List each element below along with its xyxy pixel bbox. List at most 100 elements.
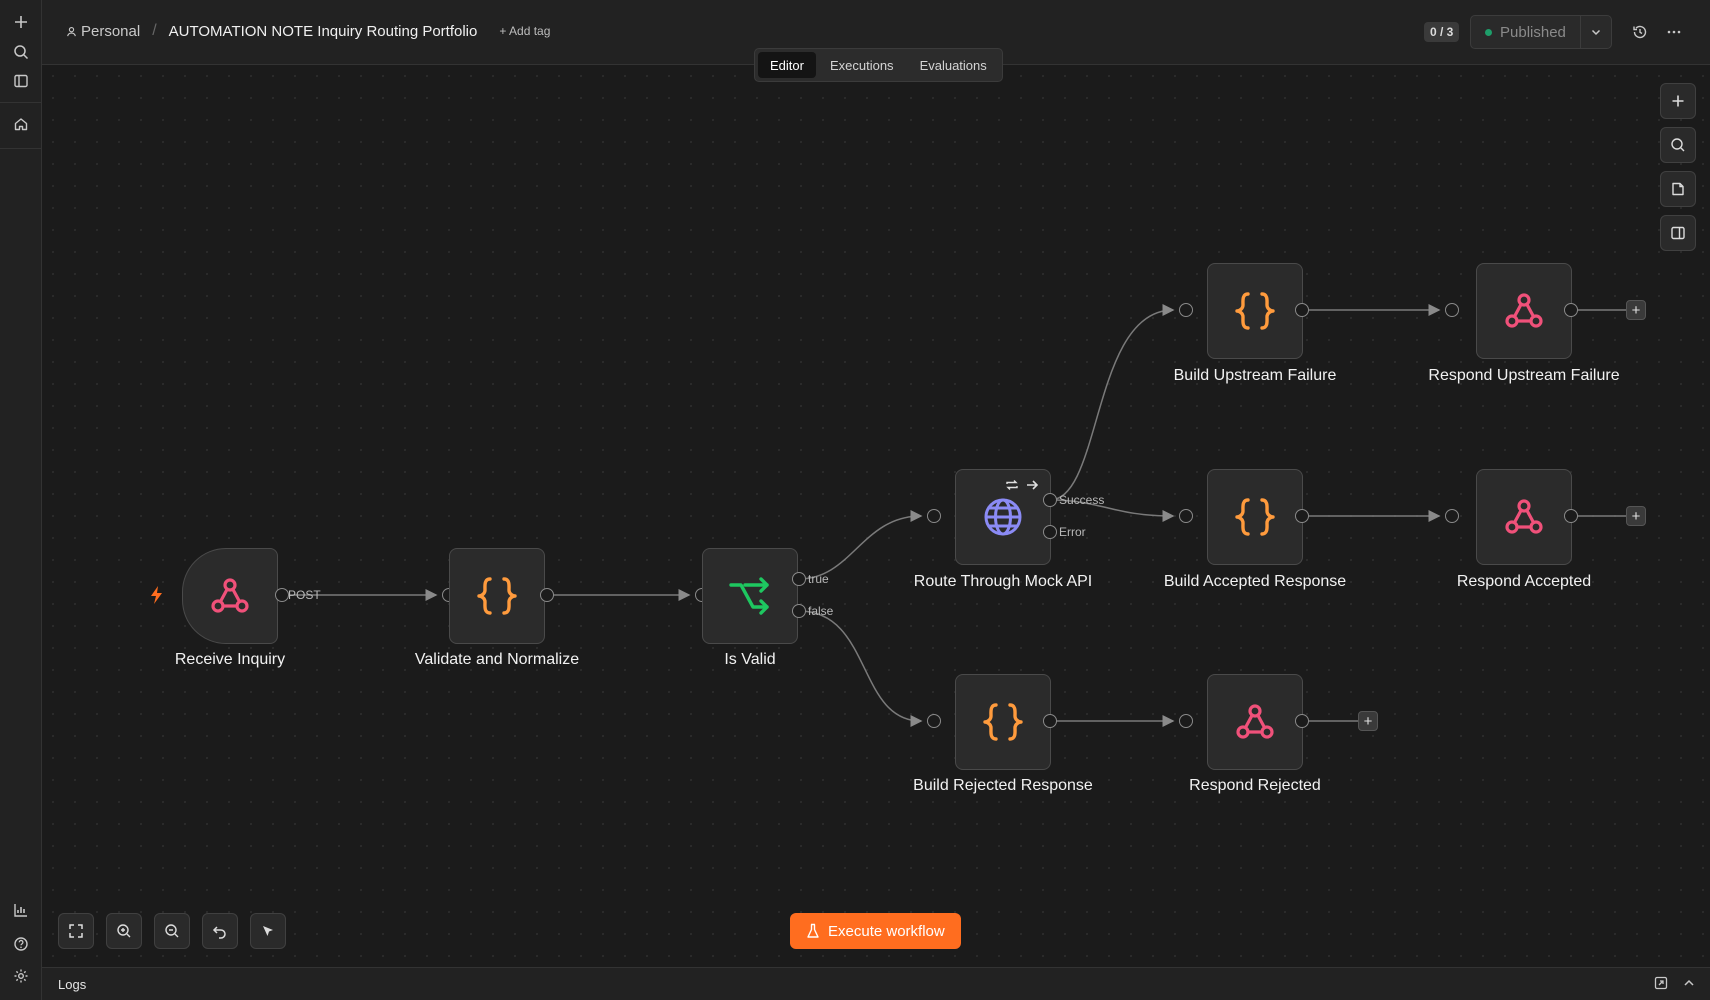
workflow-canvas[interactable]: POST Receive Inquiry Validate and Normal…	[42, 65, 1710, 967]
tab-editor[interactable]: Editor	[758, 52, 816, 78]
node-build-rejected-response[interactable]	[955, 674, 1051, 770]
node-respond-upstream-failure[interactable]	[1476, 263, 1572, 359]
breadcrumb: Personal / AUTOMATION NOTE Inquiry Routi…	[66, 22, 550, 40]
handle-label-success: Success	[1059, 493, 1105, 507]
connection-lines	[282, 304, 1628, 727]
tab-executions[interactable]: Executions	[818, 52, 906, 78]
panel-toggle-icon[interactable]	[1660, 215, 1696, 251]
code-braces-icon	[1235, 292, 1275, 330]
chevron-down-icon[interactable]	[1581, 16, 1611, 48]
logs-label: Logs	[58, 976, 87, 992]
code-braces-icon	[983, 703, 1023, 741]
output-handle[interactable]	[1043, 714, 1057, 728]
input-handle[interactable]	[1179, 303, 1193, 317]
search-icon[interactable]	[9, 40, 33, 64]
output-handle[interactable]	[1295, 714, 1309, 728]
webhook-icon	[1505, 499, 1543, 534]
node-label-respond-rejected: Respond Rejected	[1189, 777, 1321, 794]
tidy-up-cursor-icon[interactable]	[250, 913, 286, 949]
chevron-up-icon[interactable]	[1682, 976, 1696, 990]
tab-evaluations[interactable]: Evaluations	[908, 52, 999, 78]
more-options-icon[interactable]	[1662, 20, 1686, 44]
user-icon	[67, 26, 76, 36]
home-icon[interactable]	[9, 112, 33, 136]
node-is-valid[interactable]	[702, 548, 798, 644]
output-handle[interactable]	[540, 588, 554, 602]
settings-gear-icon[interactable]	[9, 964, 33, 988]
output-handle[interactable]	[1564, 509, 1578, 523]
output-handle-true[interactable]	[792, 572, 806, 586]
code-braces-icon	[477, 577, 517, 615]
add-node-button[interactable]: +	[1626, 300, 1646, 320]
undo-icon[interactable]	[202, 913, 238, 949]
handle-label-error: Error	[1059, 525, 1086, 539]
input-handle[interactable]	[927, 509, 941, 523]
published-status-dot	[1485, 28, 1492, 36]
breadcrumb-project[interactable]: Personal	[66, 23, 140, 40]
add-tag-button[interactable]: + Add tag	[499, 24, 550, 38]
canvas-right-toolbar	[1660, 83, 1696, 251]
zoom-out-icon[interactable]	[154, 913, 190, 949]
insights-icon[interactable]	[9, 898, 33, 922]
node-label-validate-normalize: Validate and Normalize	[414, 651, 580, 668]
node-build-accepted-response[interactable]	[1207, 469, 1303, 565]
output-handle[interactable]	[1564, 303, 1578, 317]
history-icon[interactable]	[1628, 20, 1652, 44]
input-handle[interactable]	[1179, 509, 1193, 523]
popout-icon[interactable]	[1654, 976, 1668, 990]
input-handle[interactable]	[1445, 509, 1459, 523]
if-branch-icon	[729, 577, 769, 615]
retry-loop-icon[interactable]	[1005, 478, 1019, 492]
node-build-upstream-failure[interactable]	[1207, 263, 1303, 359]
search-nodes-icon[interactable]	[1660, 127, 1696, 163]
handle-label-post: POST	[288, 588, 321, 602]
add-node-button[interactable]: +	[1358, 711, 1378, 731]
sticky-note-icon[interactable]	[1660, 171, 1696, 207]
node-label-build-rejected: Build Rejected Response	[913, 777, 1093, 794]
output-handle-error[interactable]	[1043, 525, 1057, 539]
output-handle-success[interactable]	[1043, 493, 1057, 507]
sidebar-divider	[0, 102, 42, 103]
node-toolbar	[1005, 478, 1039, 492]
sidebar-toggle-icon[interactable]	[9, 69, 33, 93]
logs-panel-bar[interactable]: Logs	[42, 967, 1710, 1000]
edge-success-upstream	[1049, 304, 1175, 501]
input-handle[interactable]	[1179, 714, 1193, 728]
execute-workflow-label: Execute workflow	[828, 922, 945, 940]
arrow-right-icon[interactable]	[1025, 478, 1039, 492]
add-node-icon[interactable]	[1660, 83, 1696, 119]
active-counter-badge: 0 / 3	[1424, 22, 1460, 42]
add-icon[interactable]	[9, 10, 33, 34]
help-icon[interactable]	[9, 932, 33, 956]
node-respond-accepted[interactable]	[1476, 469, 1572, 565]
node-label-receive-inquiry: Receive Inquiry	[174, 651, 286, 668]
output-handle[interactable]	[1295, 509, 1309, 523]
publish-label: Published	[1500, 23, 1566, 41]
logs-actions	[1654, 976, 1696, 990]
node-receive-inquiry[interactable]	[182, 548, 278, 644]
webhook-icon	[1505, 293, 1543, 328]
fit-view-icon[interactable]	[58, 913, 94, 949]
node-label-build-accepted: Build Accepted Response	[1163, 573, 1347, 590]
node-validate-normalize[interactable]	[449, 548, 545, 644]
output-handle[interactable]	[275, 588, 289, 602]
zoom-in-icon[interactable]	[106, 913, 142, 949]
handle-label-false: false	[808, 604, 834, 618]
output-handle[interactable]	[1295, 303, 1309, 317]
node-label-respond-upstream-failure: Respond Upstream Failure	[1428, 367, 1620, 384]
add-node-button[interactable]: +	[1626, 506, 1646, 526]
workflow-title[interactable]: AUTOMATION NOTE Inquiry Routing Portfoli…	[169, 23, 478, 40]
publish-control: Published	[1470, 15, 1612, 49]
input-handle[interactable]	[927, 714, 941, 728]
flask-icon	[807, 923, 819, 938]
execute-workflow-button[interactable]: Execute workflow	[790, 913, 961, 949]
canvas-bottom-toolbar	[58, 913, 286, 949]
node-respond-rejected[interactable]	[1207, 674, 1303, 770]
publish-button[interactable]: Published	[1471, 16, 1581, 48]
node-label-route-mock-api: Route Through Mock API	[913, 573, 1093, 590]
input-handle[interactable]	[1445, 303, 1459, 317]
output-handle-false[interactable]	[792, 604, 806, 618]
view-tabs: Editor Executions Evaluations	[754, 48, 1003, 82]
sidebar-divider	[0, 148, 42, 149]
webhook-icon	[211, 578, 249, 613]
